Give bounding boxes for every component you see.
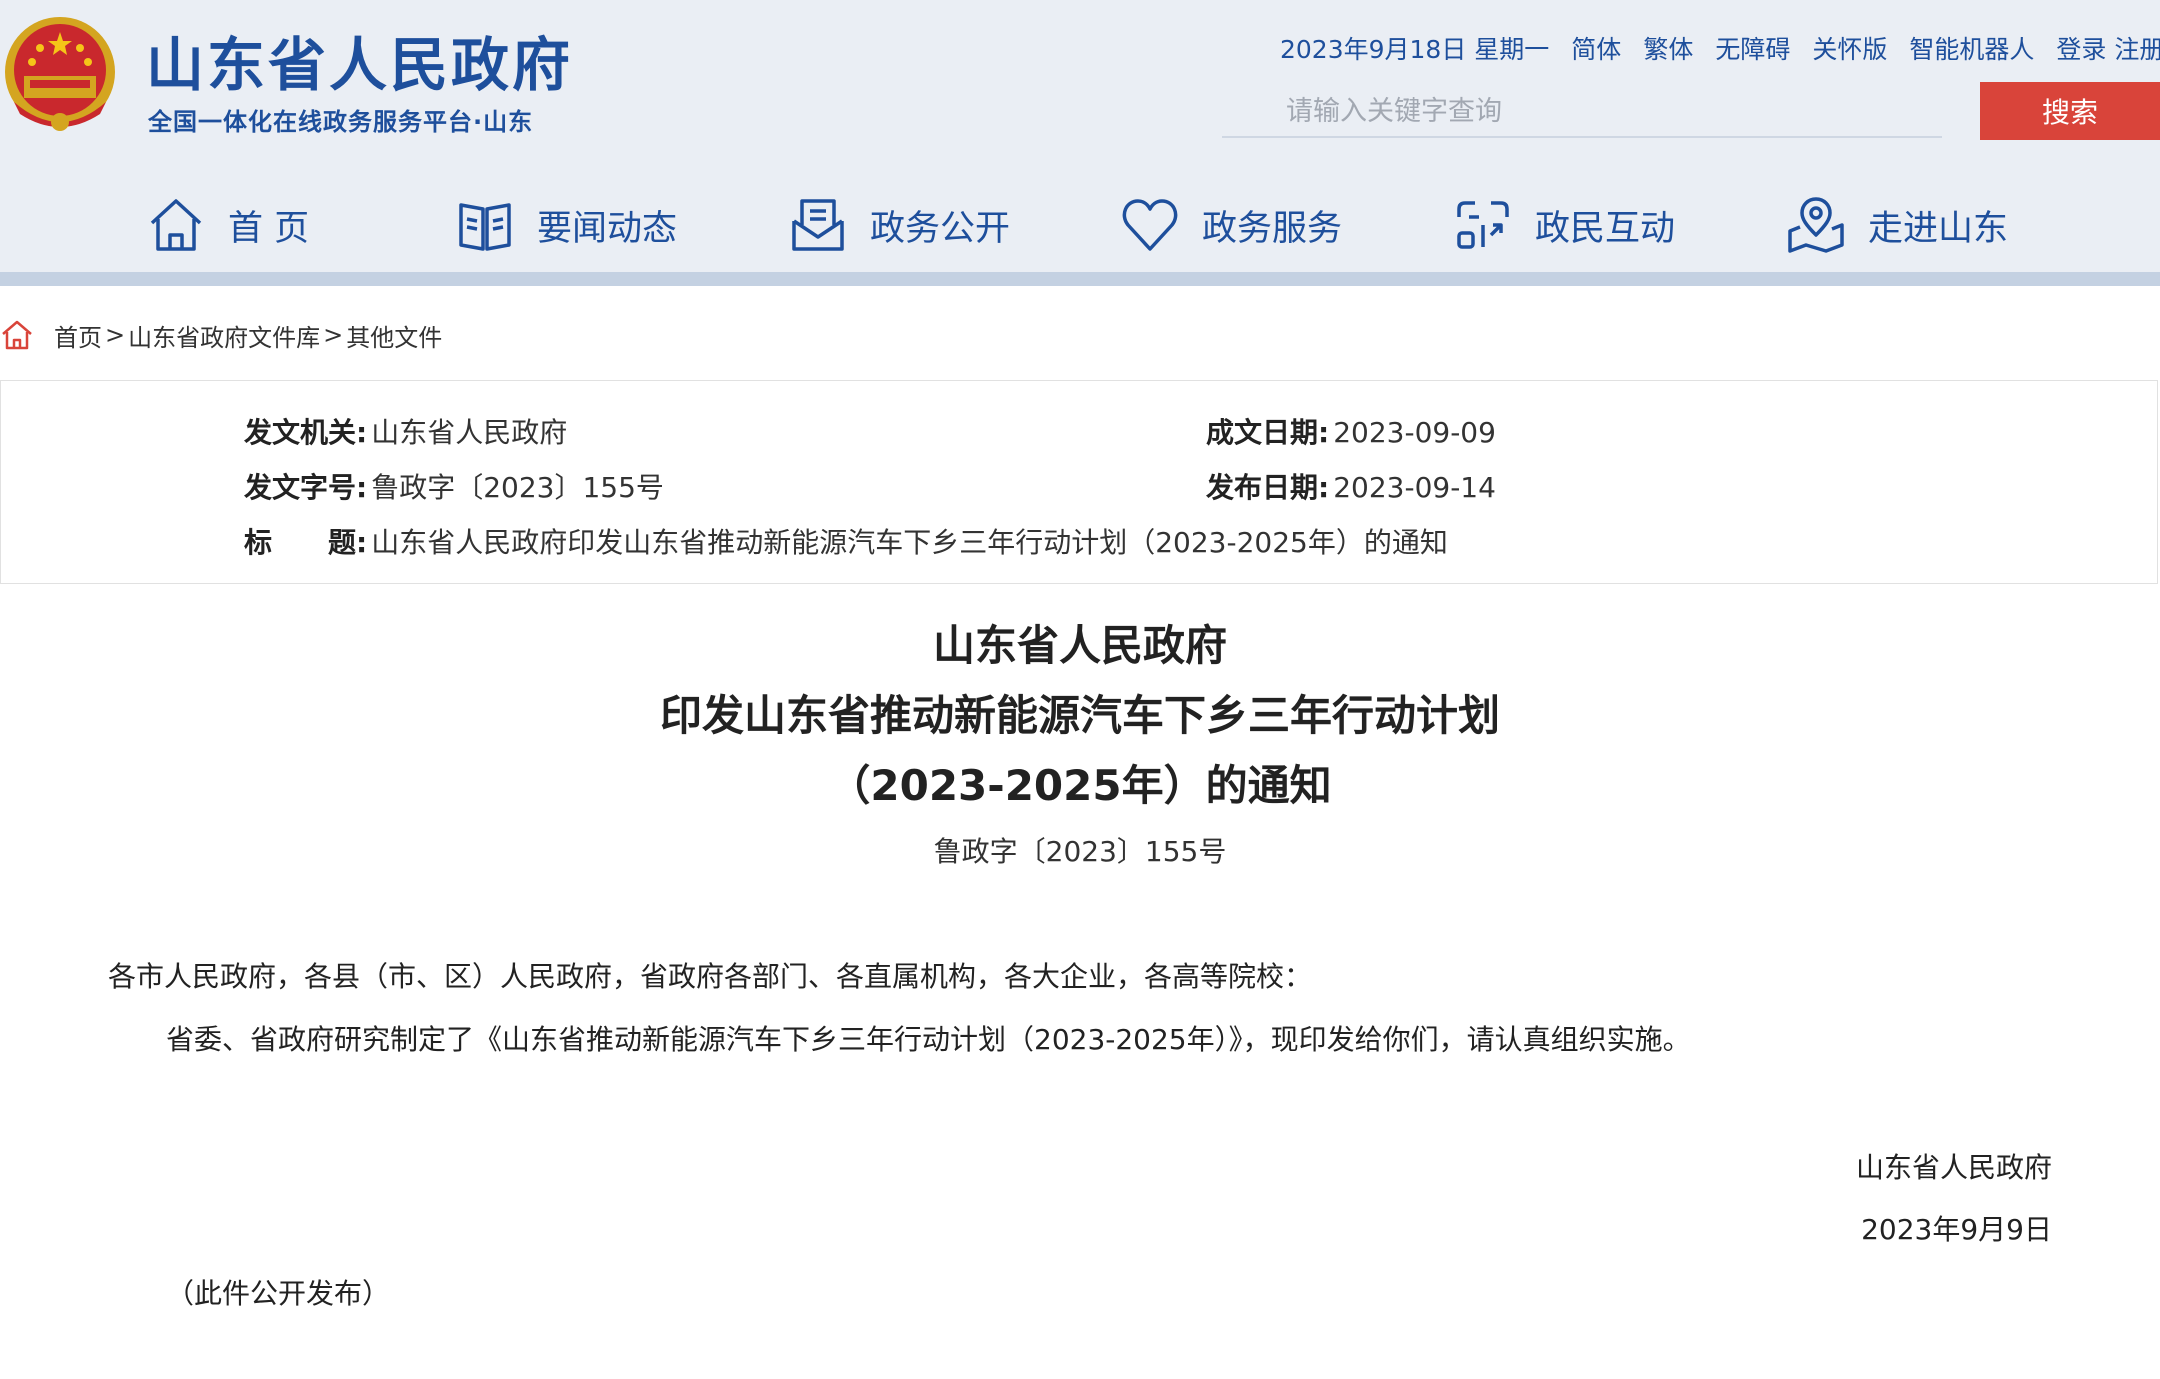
link-robot[interactable]: 智能机器人 [1909,30,2034,66]
meta-value: 2023-09-09 [1333,416,1496,449]
nav-label: 走进山东 [1868,208,2009,249]
header-divider [0,272,2160,286]
nav-label: 政务服务 [1202,208,1343,249]
envelope-icon [792,199,844,251]
link-accessibility[interactable]: 无障碍 [1715,30,1790,66]
nav-news[interactable]: 要闻动态 [455,190,677,260]
nav-about-shandong[interactable]: 走进山东 [1786,190,2008,260]
breadcrumb-separator: > [323,321,344,349]
nav-label: 政民互动 [1535,208,1676,249]
meta-issuer: 发文机关: 山东省人民政府 [244,411,567,451]
meta-label: 成文日期: [1206,416,1330,449]
document-signature-date: 2023年9月9日 [1861,1213,2052,1246]
meta-value: 山东省人民政府印发山东省推动新能源汽车下乡三年行动计划（2023-2025年）的… [371,526,1448,559]
nav-gov-affairs[interactable]: 政务公开 [788,190,1010,260]
nav-home[interactable]: 首 页 [146,190,309,260]
nav-services[interactable]: 政务服务 [1120,190,1342,260]
meta-doc-number: 发文字号: 鲁政字〔2023〕155号 [244,466,664,506]
document-title-line: （2023-2025年）的通知 [828,761,1332,810]
national-emblem-icon[interactable] [0,14,120,138]
link-register[interactable]: 注册 [2114,30,2160,66]
site-header: 山东省人民政府 全国一体化在线政务服务平台·山东 2023年9月18日 星期一 … [0,0,2160,272]
search-input[interactable] [1222,86,1942,138]
nav-label: 首 页 [228,208,310,249]
meta-label: 发文字号: [244,471,368,504]
meta-label: 标 题: [244,526,368,559]
link-care-version[interactable]: 关怀版 [1812,30,1887,66]
meta-written-date: 成文日期: 2023-09-09 [1206,411,1496,451]
meta-label: 发布日期: [1206,471,1330,504]
meta-title: 标 题: 山东省人民政府印发山东省推动新能源汽车下乡三年行动计划（2023-20… [244,521,1448,561]
home-icon [150,199,202,251]
breadcrumb-home[interactable]: 首页 [54,318,102,353]
document-addressee: 各市人民政府，各县（市、区）人民政府，省政府各部门、各直属机构，各大企业，各高等… [108,960,1313,993]
document-number: 鲁政字〔2023〕155号 [933,835,1227,868]
interact-icon [1457,201,1509,249]
document-metadata: 发文机关: 山东省人民政府 成文日期: 2023-09-09 发文字号: 鲁政字… [0,380,2158,584]
nav-interaction[interactable]: 政民互动 [1453,190,1675,260]
search-button[interactable]: 搜索 [1980,82,2160,140]
home-icon[interactable] [0,318,34,352]
meta-value: 山东省人民政府 [371,416,568,449]
map-pin-icon [1788,197,1844,253]
site-title[interactable]: 山东省人民政府 [146,18,573,102]
nav-label: 政务公开 [870,208,1011,249]
heart-icon [1122,199,1178,251]
meta-publish-date: 发布日期: 2023-09-14 [1206,466,1496,506]
top-links: 2023年9月18日 星期一 简体 繁体 无障碍 关怀版 智能机器人 登录 注册 [1280,30,2160,66]
meta-label: 发文机关: [244,416,368,449]
document-signature: 山东省人民政府 [1855,1151,2052,1184]
nav-label: 要闻动态 [537,208,678,249]
current-date: 2023年9月18日 星期一 [1280,35,1550,64]
link-simplified[interactable]: 简体 [1571,30,1621,66]
meta-value: 鲁政字〔2023〕155号 [371,471,664,504]
breadcrumb-library[interactable]: 山东省政府文件库 [128,318,320,353]
link-traditional[interactable]: 繁体 [1643,30,1693,66]
document-body: 省委、省政府研究制定了《山东省推动新能源汽车下乡三年行动计划（2023-2025… [166,1023,1691,1056]
document-title-line: 印发山东省推动新能源汽车下乡三年行动计划 [659,691,1500,740]
breadcrumb: 首页 > 山东省政府文件库 > 其他文件 [0,315,442,355]
document-note: （此件公开发布） [166,1277,391,1310]
link-login[interactable]: 登录 [2056,30,2106,66]
book-icon [459,203,511,251]
breadcrumb-separator: > [105,321,126,349]
meta-value: 2023-09-14 [1333,471,1496,504]
breadcrumb-other[interactable]: 其他文件 [346,318,442,353]
site-subtitle: 全国一体化在线政务服务平台·山东 [148,108,534,136]
document-title-line: 山东省人民政府 [932,621,1227,670]
